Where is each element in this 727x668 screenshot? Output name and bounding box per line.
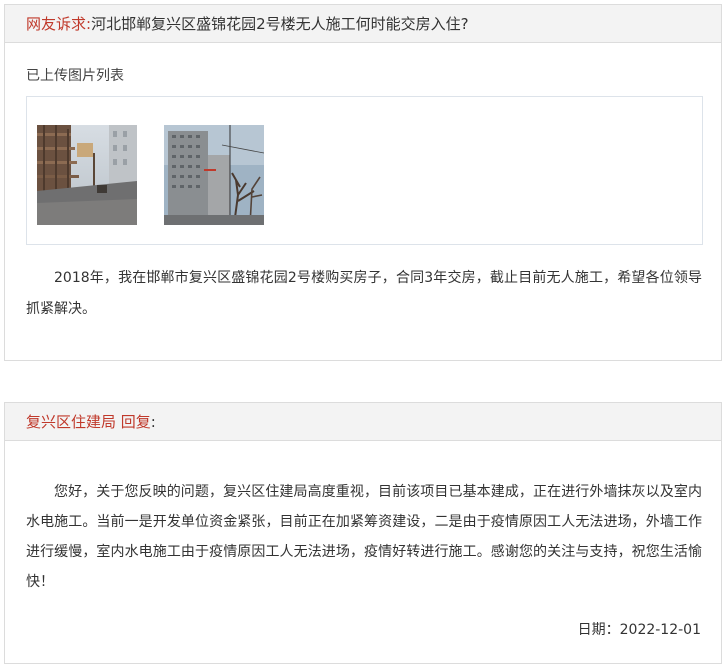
uploaded-images-panel — [26, 96, 703, 245]
uploaded-images-label: 已上传图片列表 — [26, 68, 124, 84]
reply-department: 复兴区住建局 回复 — [26, 413, 151, 431]
reply-header: 复兴区住建局 回复: — [5, 403, 721, 441]
construction-site-photo-thumbnail[interactable] — [37, 125, 137, 225]
reply-panel: 复兴区住建局 回复: 您好，关于您反映的问题，复兴区住建局高度重视，目前该项目已… — [4, 402, 722, 664]
construction-site-photo-icon — [37, 125, 137, 225]
apartment-building-photo-icon — [164, 125, 264, 225]
reply-body-text: 您好，关于您反映的问题，复兴区住建局高度重视，目前该项目已基本建成，正在进行外墙… — [26, 484, 702, 590]
apartment-building-photo-thumbnail[interactable] — [164, 125, 264, 225]
reply-date: 日期：2022-12-01 — [578, 619, 701, 639]
complaint-title: 河北邯郸复兴区盛锦花园2号楼无人施工何时能交房入住? — [91, 15, 469, 33]
reply-colon: : — [150, 413, 156, 431]
reply-date-label: 日期： — [577, 622, 620, 638]
complaint-panel: 网友诉求:河北邯郸复兴区盛锦花园2号楼无人施工何时能交房入住? 已上传图片列表 — [4, 4, 722, 361]
complaint-label: 网友诉求: — [26, 15, 92, 33]
complaint-header: 网友诉求:河北邯郸复兴区盛锦花园2号楼无人施工何时能交房入住? — [5, 5, 721, 43]
reply-date-value: 2022-12-01 — [619, 622, 701, 638]
complaint-body-text: 2018年，我在邯郸市复兴区盛锦花园2号楼购买房子，合同3年交房，截止目前无人施… — [26, 270, 702, 317]
